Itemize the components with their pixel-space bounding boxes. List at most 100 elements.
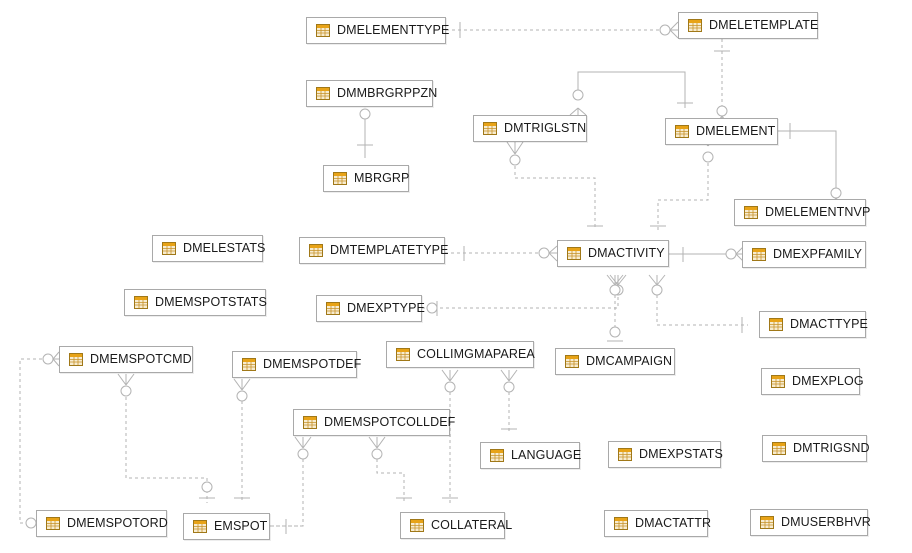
- entity-dmacttype[interactable]: DMACTTYPE: [759, 311, 868, 338]
- table-icon: [744, 206, 758, 219]
- entity-dmcampaign[interactable]: DMCAMPAIGN: [555, 348, 675, 375]
- table-icon: [688, 19, 702, 32]
- entity-label: DMELEMENT: [696, 124, 776, 139]
- edge-dmexptype-dmactivity: [422, 274, 627, 316]
- entity-label: DMACTTYPE: [790, 317, 868, 332]
- edge-collimgmaparea-collateral: [441, 369, 459, 503]
- entity-dmtrigsnd[interactable]: DMTRIGSND: [762, 435, 870, 462]
- edge-dmemspotcmd-dmemspotord: [19, 351, 60, 531]
- entity-dmemspotdef[interactable]: DMEMSPOTDEF: [232, 351, 361, 378]
- entity-label: DMEMSPOTSTATS: [155, 295, 267, 310]
- entity-dmactattr[interactable]: DMACTATTR: [604, 510, 712, 537]
- entity-dmmbrgrppzn[interactable]: DMMBRGRPPZN: [306, 80, 437, 107]
- edge-dmtriglstn-dmelement: [569, 71, 693, 116]
- entity-label: DMELEMENTNVP: [765, 205, 871, 220]
- table-icon: [303, 416, 317, 429]
- entity-label: DMACTIVITY: [588, 246, 665, 261]
- entity-dmexplog[interactable]: DMEXPLOG: [761, 368, 864, 395]
- edge-dmexpfamily-dmactivity: [669, 245, 745, 263]
- entity-collateral[interactable]: COLLATERAL: [400, 512, 512, 539]
- table-icon: [769, 318, 783, 331]
- table-icon: [193, 520, 207, 533]
- entity-label: DMEXPFAMILY: [773, 247, 863, 262]
- entity-label: DMTRIGLSTN: [504, 121, 587, 136]
- table-icon: [69, 353, 83, 366]
- edge-dmactivity-dmacttype: [648, 274, 748, 333]
- edge-dmemspotdef-emspot: [233, 378, 251, 503]
- entity-dmemspotord[interactable]: DMEMSPOTORD: [36, 510, 168, 537]
- entity-label: LANGUAGE: [511, 448, 582, 463]
- entity-label: DMELEMENTTYPE: [337, 23, 450, 38]
- entity-dmexpfamily[interactable]: DMEXPFAMILY: [742, 241, 866, 268]
- edge-emspot-collateral: [270, 519, 303, 534]
- entity-emspot[interactable]: EMSPOT: [183, 513, 270, 540]
- entity-collimgmaparea[interactable]: COLLIMGMAPAREA: [386, 341, 535, 368]
- table-icon: [333, 172, 347, 185]
- edge-dmelementtype-dmeletemplate: [446, 21, 679, 39]
- er-diagram-canvas: DMELEMENTTYPE DMELETEMPLATE DMMBRGRPPZN …: [0, 0, 912, 553]
- table-icon: [134, 296, 148, 309]
- entity-label: DMEXPLOG: [792, 374, 864, 389]
- entity-label: COLLIMGMAPAREA: [417, 347, 535, 362]
- edge-dmelement-dmelementnvp: [778, 123, 845, 209]
- table-icon: [772, 442, 786, 455]
- entity-dmuserbhvr[interactable]: DMUSERBHVR: [750, 509, 871, 536]
- entity-dmexptype[interactable]: DMEXPTYPE: [316, 295, 425, 322]
- table-icon: [490, 449, 504, 462]
- entity-dmelement[interactable]: DMELEMENT: [665, 118, 778, 145]
- table-icon: [316, 24, 330, 37]
- table-icon: [410, 519, 424, 532]
- table-icon: [46, 517, 60, 530]
- entity-dmelementnvp[interactable]: DMELEMENTNVP: [734, 199, 870, 226]
- table-icon: [396, 348, 410, 361]
- edge-dmelement-dmactivity: [650, 135, 717, 230]
- entity-dmactivity[interactable]: DMACTIVITY: [557, 240, 669, 267]
- entity-dmexpstats[interactable]: DMEXPSTATS: [608, 441, 723, 468]
- table-icon: [242, 358, 256, 371]
- table-icon: [567, 247, 581, 260]
- table-icon: [618, 448, 632, 461]
- table-icon: [614, 517, 628, 530]
- entity-dmemspotcolldef[interactable]: DMEMSPOTCOLLDEF: [293, 409, 455, 436]
- entity-dmeletemplate[interactable]: DMELETEMPLATE: [678, 12, 818, 39]
- entity-dmtemplatetype[interactable]: DMTEMPLATETYPE: [299, 237, 448, 264]
- entity-dmelestats[interactable]: DMELESTATS: [152, 235, 266, 262]
- table-icon: [771, 375, 785, 388]
- entity-dmemspotcmd[interactable]: DMEMSPOTCMD: [59, 346, 193, 373]
- entity-label: DMELETEMPLATE: [709, 18, 819, 33]
- edge-dmeletemplate-dmelement: [713, 39, 731, 128]
- table-icon: [675, 125, 689, 138]
- edge-dmemspotcolldef-collateral: [368, 436, 412, 503]
- entity-label: DMMBRGRPPZN: [337, 86, 438, 101]
- table-icon: [162, 242, 176, 255]
- entity-dmelementtype[interactable]: DMELEMENTTYPE: [306, 17, 450, 44]
- edge-dmemspotcolldef-emspot: [270, 436, 312, 534]
- table-icon: [760, 516, 774, 529]
- relationship-edges-layer: [19, 21, 845, 534]
- entity-label: MBRGRP: [354, 171, 410, 186]
- entity-label: DMEMSPOTDEF: [263, 357, 362, 372]
- edge-dmtriglstn-dmactivity: [506, 141, 603, 230]
- entity-label: DMEMSPOTORD: [67, 516, 168, 531]
- entity-label: DMTRIGSND: [793, 441, 870, 456]
- entity-label: COLLATERAL: [431, 518, 513, 533]
- table-icon: [483, 122, 497, 135]
- entity-label: DMEMSPOTCOLLDEF: [324, 415, 456, 430]
- entity-label: DMEMSPOTCMD: [90, 352, 192, 367]
- entity-label: DMTEMPLATETYPE: [330, 243, 449, 258]
- entity-label: DMUSERBHVR: [781, 515, 871, 530]
- edge-dmemspotcmd-emspot: [117, 373, 215, 503]
- entity-label: DMEXPSTATS: [639, 447, 723, 462]
- table-icon: [316, 87, 330, 100]
- entity-label: DMELESTATS: [183, 241, 266, 256]
- entity-label: DMACTATTR: [635, 516, 712, 531]
- entity-dmtriglstn[interactable]: DMTRIGLSTN: [473, 115, 587, 142]
- entity-label: EMSPOT: [214, 519, 268, 534]
- entity-language[interactable]: LANGUAGE: [480, 442, 582, 469]
- edge-collimgmaparea-language: [500, 369, 518, 433]
- entity-dmemspotstats[interactable]: DMEMSPOTSTATS: [124, 289, 267, 316]
- entity-mbrgrp[interactable]: MBRGRP: [323, 165, 409, 192]
- table-icon: [326, 302, 340, 315]
- entity-label: DMCAMPAIGN: [586, 354, 673, 369]
- entity-label: DMEXPTYPE: [347, 301, 425, 316]
